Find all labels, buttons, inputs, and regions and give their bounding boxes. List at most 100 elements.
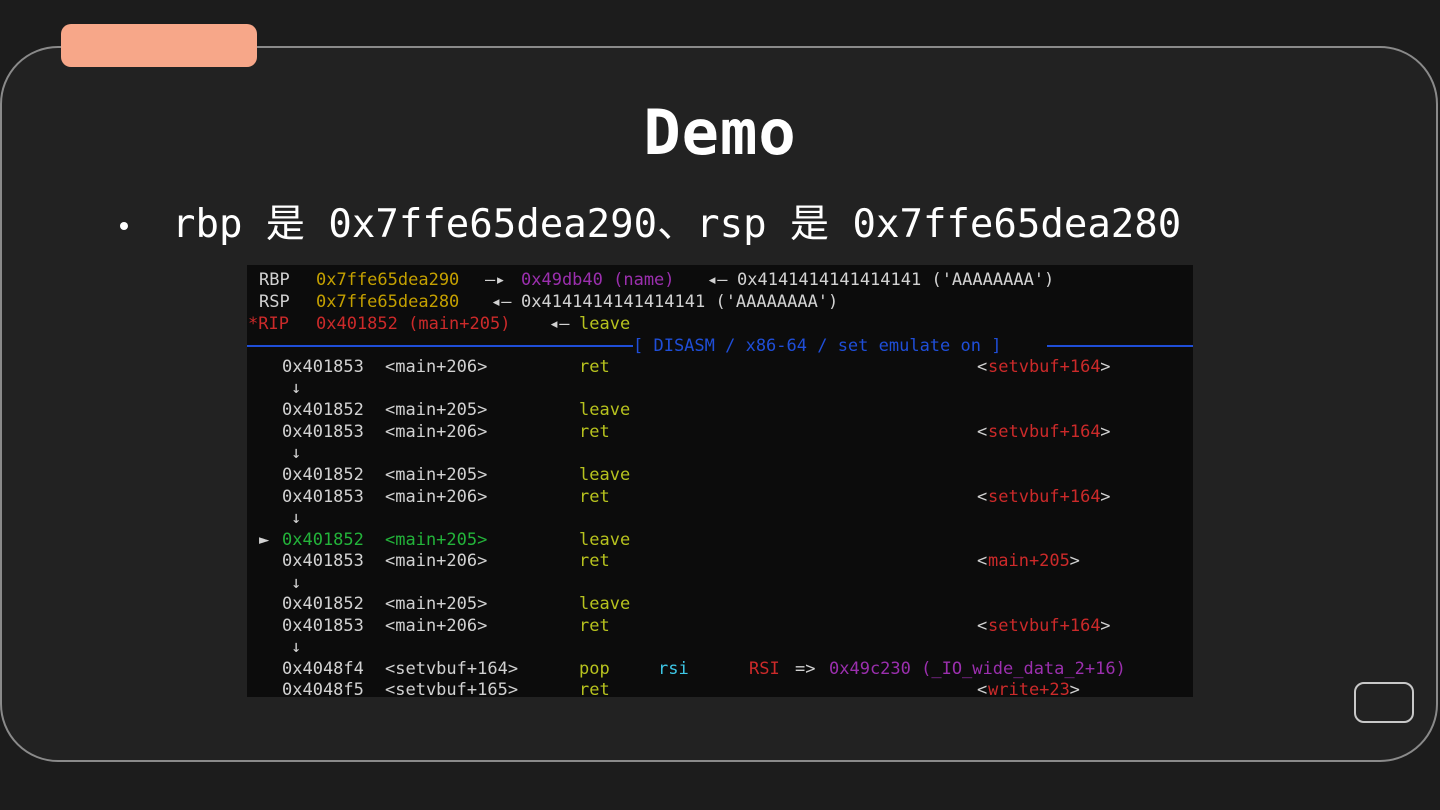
register-line-rbp: RBP 0x7ffe65dea290 —▸ 0x49db40 (name) ◂— 0x41… — [247, 270, 1193, 291]
disasm-address: 0x401852 — [282, 465, 364, 485]
register-value: 0x401852 (main+205) — [316, 314, 511, 334]
down-arrow-icon: ↓ — [291, 508, 302, 528]
disasm-banner-text: [ DISASM / x86-64 / set emulate on ] — [633, 336, 1002, 356]
disasm-symbol: <main+206> — [385, 551, 488, 571]
disasm-opcode: ret — [579, 551, 610, 571]
register-value: 0x7ffe65dea290 — [316, 270, 460, 290]
disasm-symbol: <main+205> — [385, 465, 488, 485]
disasm-target: write+23 — [988, 680, 1070, 697]
disasm-symbol: <main+205> — [385, 594, 488, 614]
disasm-opcode: ret — [579, 616, 610, 636]
disasm-target-bracket: > — [1069, 551, 1080, 571]
disasm-symbol: <main+206> — [385, 616, 488, 636]
down-arrow-icon: ↓ — [291, 573, 302, 593]
disasm-note-value: 0x49c230 (_IO_wide_data_2+16) — [829, 659, 1126, 679]
bullet-text: rbp 是 0x7ffe65dea290、rsp 是 0x7ffe65dea28… — [172, 202, 1182, 247]
disasm-target-bracket: > — [1100, 487, 1111, 507]
disasm-address: 0x401852 — [282, 594, 364, 614]
arrow-icon: ◂— — [707, 270, 728, 290]
disasm-address: 0x401852 — [282, 400, 364, 420]
disasm-symbol: <setvbuf+165> — [385, 680, 519, 697]
terminal-screenshot: RBP 0x7ffe65dea290 —▸ 0x49db40 (name) ◂— 0x41… — [247, 265, 1193, 697]
disasm-operand: rsi — [658, 659, 689, 679]
disasm-row: 0x401853 <main+206> ret < main+205 > — [247, 551, 1193, 572]
disasm-target-bracket: < — [977, 487, 988, 507]
disasm-row: 0x401853 <main+206> ret < setvbuf+164 > — [247, 357, 1193, 378]
disasm-row: 0x401853 <main+206> ret < setvbuf+164 > — [247, 422, 1193, 443]
disasm-banner: [ DISASM / x86-64 / set emulate on ] — [247, 336, 1193, 357]
register-pointee: 0x49db40 (name) — [521, 270, 675, 290]
disasm-opcode: ret — [579, 487, 610, 507]
disasm-opcode: ret — [579, 357, 610, 377]
disasm-address: 0x401853 — [282, 357, 364, 377]
disasm-symbol: <main+205> — [385, 530, 488, 550]
disasm-opcode: leave — [579, 400, 631, 420]
disasm-note-arrow-icon: => — [795, 659, 816, 679]
disasm-address: 0x401852 — [282, 530, 364, 550]
disasm-target: setvbuf+164 — [988, 357, 1101, 377]
register-name: RBP — [259, 270, 290, 290]
disasm-row: 0x401853 <main+206> ret < setvbuf+164 > — [247, 487, 1193, 508]
disasm-address: 0x401853 — [282, 422, 364, 442]
disasm-flow-arrow: ↓ — [247, 378, 1193, 399]
disasm-opcode: ret — [579, 680, 610, 697]
bullet-item: rbp 是 0x7ffe65dea290、rsp 是 0x7ffe65dea28… — [120, 196, 1182, 247]
disasm-symbol: <main+205> — [385, 400, 488, 420]
register-name: *RIP — [248, 314, 289, 334]
disasm-row: 0x401853 <main+206> ret < setvbuf+164 > — [247, 616, 1193, 637]
disasm-target: main+205 — [988, 551, 1070, 571]
disasm-note-register: RSI — [749, 659, 780, 679]
disasm-address: 0x4048f4 — [282, 659, 364, 679]
disasm-target-bracket: < — [977, 422, 988, 442]
disasm-row: 0x4048f5 <setvbuf+165> ret < write+23 > — [247, 680, 1193, 697]
arrow-icon: ◂— — [491, 292, 512, 312]
disasm-target-bracket: < — [977, 616, 988, 636]
disasm-target: setvbuf+164 — [988, 422, 1101, 442]
disasm-target-bracket: > — [1100, 422, 1111, 442]
disasm-target: setvbuf+164 — [988, 616, 1101, 636]
disasm-row: ► 0x401852 <main+205> leave — [247, 530, 1193, 551]
bullet-dot-icon — [120, 222, 128, 230]
disasm-address: 0x401853 — [282, 551, 364, 571]
disasm-target-bracket: > — [1100, 616, 1111, 636]
disasm-row: 0x401852 <main+205> leave — [247, 465, 1193, 486]
disasm-row: 0x401852 <main+205> leave — [247, 400, 1193, 421]
register-line-rsp: RSP 0x7ffe65dea280 ◂— 0x4141414141414141 ('… — [247, 292, 1193, 313]
cropped-line — [247, 265, 307, 269]
register-deref: 0x4141414141414141 ('AAAAAAAA') — [521, 292, 839, 312]
disasm-target-bracket: < — [977, 551, 988, 571]
slide-tab-accent — [61, 24, 257, 67]
disasm-flow-arrow: ↓ — [247, 573, 1193, 594]
disasm-symbol: <setvbuf+164> — [385, 659, 519, 679]
register-name: RSP — [259, 292, 290, 312]
disasm-address: 0x4048f5 — [282, 680, 364, 697]
disasm-row: 0x4048f4 <setvbuf+164> pop rsi RSI => 0x49c230… — [247, 659, 1193, 680]
disasm-symbol: <main+206> — [385, 487, 488, 507]
register-deref: 0x4141414141414141 ('AAAAAAAA') — [737, 270, 1055, 290]
down-arrow-icon: ↓ — [291, 378, 302, 398]
disasm-symbol: <main+206> — [385, 357, 488, 377]
down-arrow-icon: ↓ — [291, 637, 302, 657]
disasm-opcode: leave — [579, 594, 631, 614]
disasm-address: 0x401853 — [282, 616, 364, 636]
disasm-opcode: ret — [579, 422, 610, 442]
current-instruction-marker-icon: ► — [259, 530, 270, 550]
slide-title: Demo — [643, 96, 797, 169]
register-line-rip: *RIP 0x401852 (main+205) ◂— leave — [247, 314, 1193, 335]
register-deref: leave — [579, 314, 631, 334]
disasm-flow-arrow: ↓ — [247, 637, 1193, 658]
disasm-opcode: pop — [579, 659, 610, 679]
disasm-opcode: leave — [579, 530, 631, 550]
register-value: 0x7ffe65dea280 — [316, 292, 460, 312]
disasm-target-bracket: < — [977, 680, 988, 697]
disasm-opcode: leave — [579, 465, 631, 485]
arrow-icon: ◂— — [549, 314, 570, 334]
disasm-address: 0x401853 — [282, 487, 364, 507]
disasm-symbol: <main+206> — [385, 422, 488, 442]
disasm-target-bracket: > — [1100, 357, 1111, 377]
disasm-target-bracket: > — [1069, 680, 1080, 697]
down-arrow-icon: ↓ — [291, 443, 302, 463]
disasm-target-bracket: < — [977, 357, 988, 377]
disasm-flow-arrow: ↓ — [247, 508, 1193, 529]
disasm-flow-arrow: ↓ — [247, 443, 1193, 464]
